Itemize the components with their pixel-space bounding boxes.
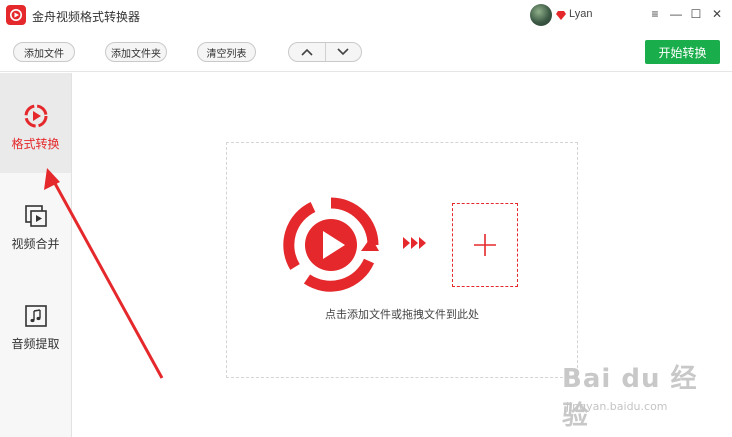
clear-list-button[interactable]: 清空列表	[197, 42, 256, 62]
sidebar: 格式转换 视频合并 音频提取	[0, 73, 72, 437]
move-up-button[interactable]	[289, 43, 325, 61]
diamond-icon	[556, 11, 566, 20]
sidebar-item-label: 格式转换	[11, 137, 60, 151]
add-folder-button[interactable]: 添加文件夹	[105, 42, 167, 62]
watermark: Bai du 经验 jingyan.baidu.com	[562, 358, 702, 431]
start-convert-button[interactable]: 开始转换	[645, 40, 720, 64]
video-merge-icon	[24, 205, 47, 227]
sidebar-item-label: 视频合并	[11, 237, 60, 251]
chevron-up-icon	[301, 48, 313, 56]
drop-hint-text: 点击添加文件或拖拽文件到此处	[325, 309, 479, 321]
minimize-icon[interactable]: —	[669, 7, 683, 21]
watermark-main: Bai du 经验	[562, 364, 698, 431]
close-icon[interactable]: ✕	[710, 7, 724, 21]
app-title: 金舟视频格式转换器	[32, 10, 141, 24]
video-convert-logo-icon	[283, 197, 379, 292]
title-bar: 金舟视频格式转换器 Lyan ≡ — ☐ ✕	[0, 0, 732, 30]
sidebar-item-audio-extract[interactable]: 音频提取	[0, 273, 71, 373]
toolbar: 添加文件 添加文件夹 清空列表 开始转换	[0, 30, 732, 72]
add-file-box[interactable]	[452, 203, 518, 287]
sidebar-item-format-convert[interactable]: 格式转换	[0, 73, 71, 173]
plus-icon	[474, 234, 496, 256]
audio-extract-icon	[24, 305, 47, 327]
move-down-button[interactable]	[324, 43, 362, 61]
watermark-sub: jingyan.baidu.com	[566, 400, 668, 413]
username[interactable]: Lyan	[569, 8, 592, 20]
triple-arrow-icon	[403, 237, 426, 249]
maximize-icon[interactable]: ☐	[689, 7, 703, 21]
menu-icon[interactable]: ≡	[648, 7, 662, 21]
add-file-button[interactable]: 添加文件	[13, 42, 75, 62]
format-convert-icon	[24, 104, 47, 128]
chevron-down-icon	[337, 48, 349, 56]
file-drop-zone[interactable]	[226, 142, 578, 378]
app-logo-icon	[6, 5, 26, 25]
sidebar-item-label: 音频提取	[11, 337, 60, 351]
user-avatar[interactable]	[530, 4, 552, 26]
sidebar-item-video-merge[interactable]: 视频合并	[0, 173, 71, 273]
move-buttons	[288, 42, 362, 62]
